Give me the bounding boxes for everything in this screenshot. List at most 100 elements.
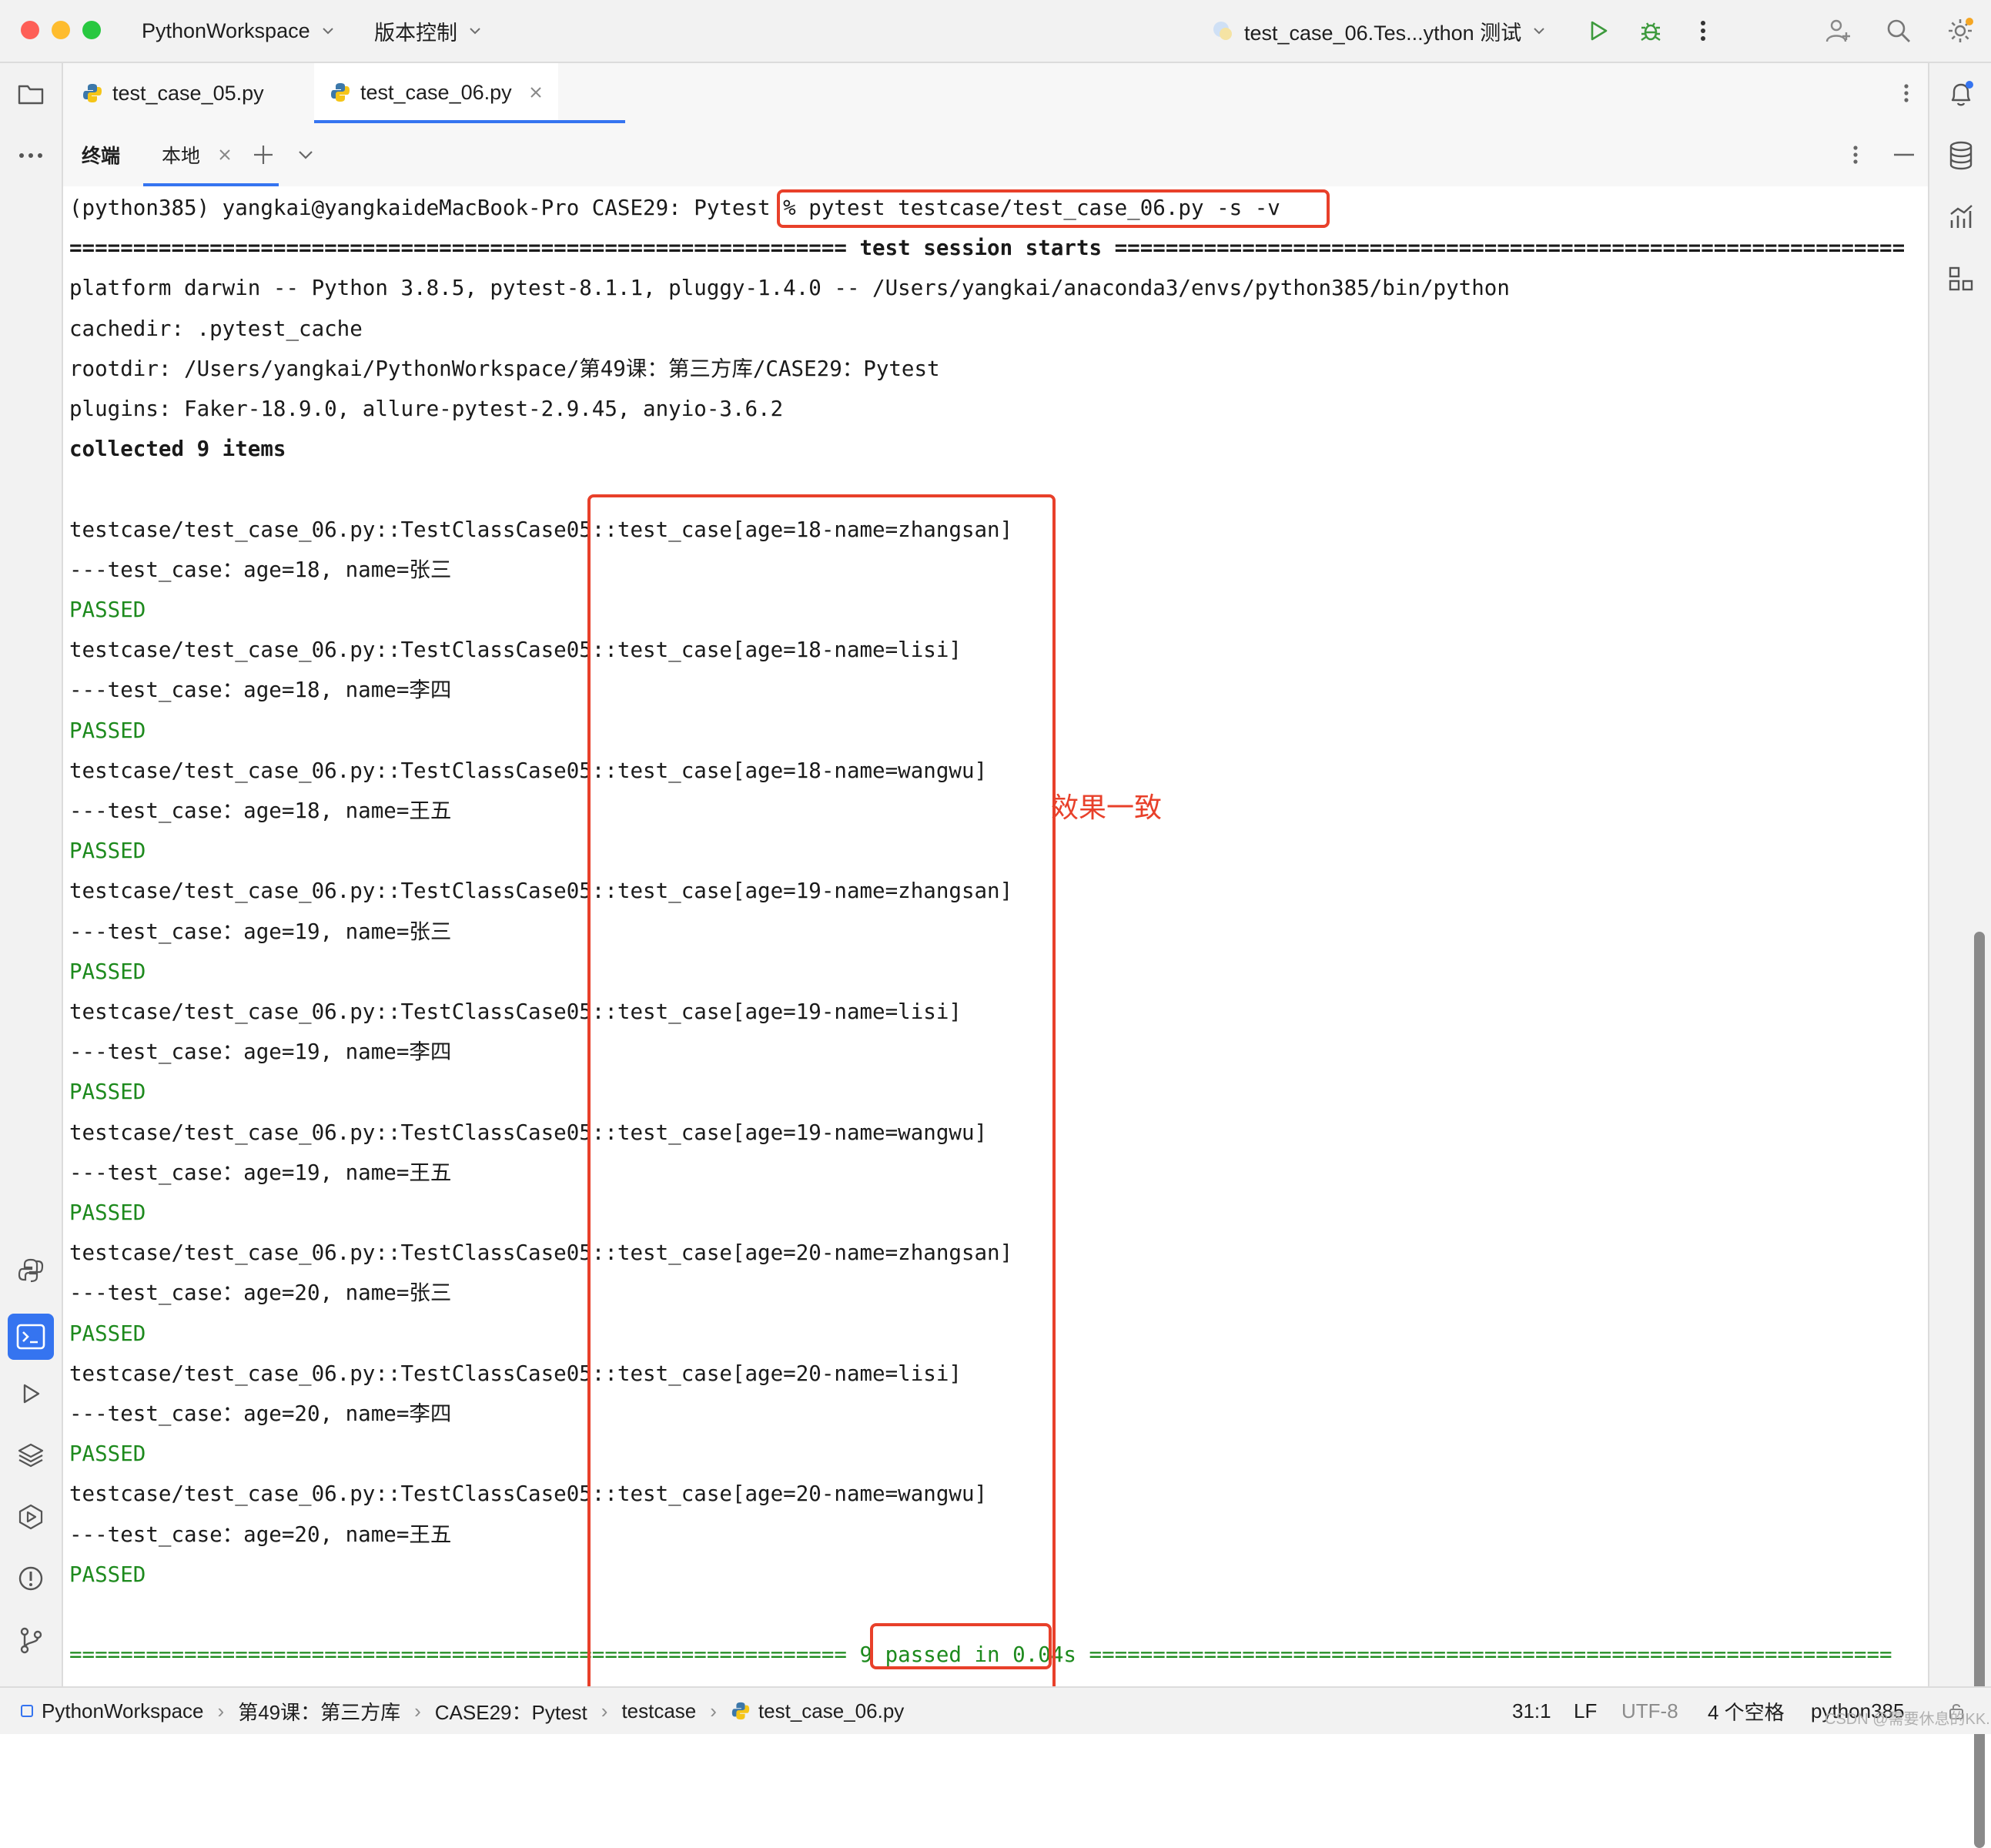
title-bar: PythonWorkspace 版本控制 test_case_06.Tes...… <box>0 0 1991 63</box>
git-tool-button[interactable] <box>14 1623 48 1657</box>
database-button[interactable] <box>1944 139 1978 172</box>
chevron-down-icon <box>322 28 333 35</box>
terminal-line: PASSED <box>69 959 146 984</box>
terminal-line: plugins: Faker-18.9.0, allure-pytest-2.9… <box>69 397 784 421</box>
debug-button[interactable] <box>1634 14 1668 48</box>
editor-tab-test-case-05[interactable]: test_case_05.py <box>82 63 264 123</box>
terminal-line: PASSED <box>69 1562 146 1587</box>
vcs-menu[interactable]: 版本控制 <box>374 0 482 62</box>
terminal-line: collected 9 items <box>69 437 286 462</box>
close-window-button[interactable] <box>21 21 39 39</box>
editor-tab-label: test_case_06.py <box>360 80 512 104</box>
more-vertical-icon <box>1904 84 1909 102</box>
terminal-tab-local[interactable]: 本地 <box>162 123 231 186</box>
run-button[interactable] <box>1581 14 1615 48</box>
vcs-label: 版本控制 <box>374 21 457 45</box>
layers-tool-button[interactable] <box>14 1438 48 1472</box>
terminal-line: PASSED <box>69 1321 146 1346</box>
notifications-icon <box>1951 81 1973 106</box>
close-icon[interactable] <box>529 85 543 99</box>
terminal-dropdown-button[interactable] <box>297 123 314 186</box>
terminal-line: PASSED <box>69 839 146 864</box>
search-button[interactable] <box>1882 14 1916 48</box>
run-configuration-selector[interactable]: test_case_06.Tes...ython 测试 <box>1210 0 1546 62</box>
terminal-options-button[interactable] <box>1852 123 1859 186</box>
terminal-line: ---test_case：age=20, name=王五 <box>69 1522 452 1547</box>
terminal-line: platform darwin -- Python 3.8.5, pytest-… <box>69 276 1510 301</box>
plus-icon <box>254 146 273 164</box>
test-params-highlight <box>587 494 1056 1728</box>
project-tool-button[interactable] <box>14 77 48 111</box>
breadcrumb-item[interactable]: PythonWorkspace <box>42 1699 204 1723</box>
terminal-line: rootdir: /Users/yangkai/PythonWorkspace/… <box>69 356 940 381</box>
close-icon[interactable] <box>219 149 231 161</box>
profiler-button[interactable] <box>1944 200 1978 234</box>
python-file-icon <box>731 1702 750 1720</box>
structure-icon <box>1949 266 1973 291</box>
add-user-button[interactable] <box>1822 14 1855 48</box>
more-actions-button[interactable] <box>1686 14 1720 48</box>
run-tool-button[interactable] <box>14 1377 48 1411</box>
profiler-icon <box>1950 205 1973 228</box>
run-configuration-label: test_case_06.Tes...ython 测试 <box>1244 21 1522 45</box>
breadcrumb-item[interactable]: 第49课：第三方库 <box>238 1697 400 1726</box>
breadcrumb-separator-icon: › <box>710 1699 717 1722</box>
git-icon <box>20 1627 42 1654</box>
terminal-line: ---test_case：age=18, name=张三 <box>69 557 452 582</box>
python-file-icon <box>83 84 102 102</box>
layers-icon <box>18 1443 44 1468</box>
breadcrumb: PythonWorkspace › 第49课：第三方库 › CASE29：Pyt… <box>20 1688 904 1734</box>
bug-icon <box>1641 22 1661 41</box>
chevron-down-icon <box>299 151 313 159</box>
breadcrumb-item[interactable]: CASE29：Pytest <box>435 1697 587 1726</box>
breadcrumb-item[interactable]: test_case_06.py <box>758 1699 904 1723</box>
terminal-line: PASSED <box>69 1441 146 1467</box>
maximize-window-button[interactable] <box>82 21 101 39</box>
breadcrumb-separator-icon: › <box>601 1699 608 1722</box>
problems-icon <box>18 1566 43 1591</box>
breadcrumb-separator-icon: › <box>217 1699 225 1722</box>
terminal-line: ========================================… <box>69 236 1906 261</box>
terminal-output[interactable]: (python385) yangkai@yangkaideMacBook-Pro… <box>63 186 1985 1848</box>
terminal-line: ---test_case：age=18, name=王五 <box>69 798 452 823</box>
python-console-button[interactable] <box>14 1254 48 1287</box>
python-file-icon <box>331 83 350 102</box>
more-vertical-icon <box>1853 146 1858 164</box>
python-console-icon <box>18 1258 44 1283</box>
watermark: CSDN @需要休息的KK. <box>1825 1711 1990 1728</box>
settings-button[interactable] <box>1943 14 1977 48</box>
terminal-line: ---test_case：age=18, name=李四 <box>69 678 452 703</box>
services-tool-button[interactable] <box>14 1500 48 1534</box>
minimize-icon <box>1894 153 1914 156</box>
line-ending[interactable]: LF <box>1574 1688 1597 1734</box>
breadcrumb-item[interactable]: testcase <box>621 1699 696 1723</box>
project-name: PythonWorkspace <box>142 18 310 42</box>
structure-button[interactable] <box>1944 262 1978 296</box>
editor-tab-label: test_case_05.py <box>112 81 264 105</box>
more-tools-button[interactable] <box>14 139 48 172</box>
terminal-tool-button[interactable] <box>8 1314 54 1360</box>
editor-tab-bar: test_case_05.py test_case_06.py <box>63 63 1928 125</box>
minimize-terminal-button[interactable] <box>1894 123 1914 186</box>
editor-tab-test-case-06[interactable]: test_case_06.py <box>314 63 558 122</box>
problems-tool-button[interactable] <box>14 1562 48 1595</box>
new-terminal-button[interactable] <box>253 123 274 186</box>
file-encoding[interactable]: UTF-8 <box>1621 1688 1678 1734</box>
terminal-line: cachedir: .pytest_cache <box>69 316 363 341</box>
module-icon <box>21 1705 33 1717</box>
indent-setting[interactable]: 4 个空格 <box>1708 1688 1785 1734</box>
services-icon <box>18 1504 43 1530</box>
caret-position[interactable]: 31:1 <box>1512 1688 1551 1734</box>
terminal-line: PASSED <box>69 718 146 743</box>
project-switcher[interactable]: PythonWorkspace <box>142 0 335 62</box>
minimize-window-button[interactable] <box>52 21 70 39</box>
terminal-line: PASSED <box>69 598 146 622</box>
left-tool-strip <box>0 63 63 1686</box>
terminal-line: ---test_case：age=19, name=李四 <box>69 1040 452 1065</box>
run-icon <box>23 1384 40 1404</box>
run-icon <box>1591 21 1608 41</box>
editor-tab-options-button[interactable] <box>1894 80 1919 106</box>
notifications-button[interactable] <box>1944 77 1978 111</box>
status-bar: PythonWorkspace › 第49课：第三方库 › CASE29：Pyt… <box>0 1686 1991 1734</box>
python-test-icon <box>1213 22 1232 40</box>
